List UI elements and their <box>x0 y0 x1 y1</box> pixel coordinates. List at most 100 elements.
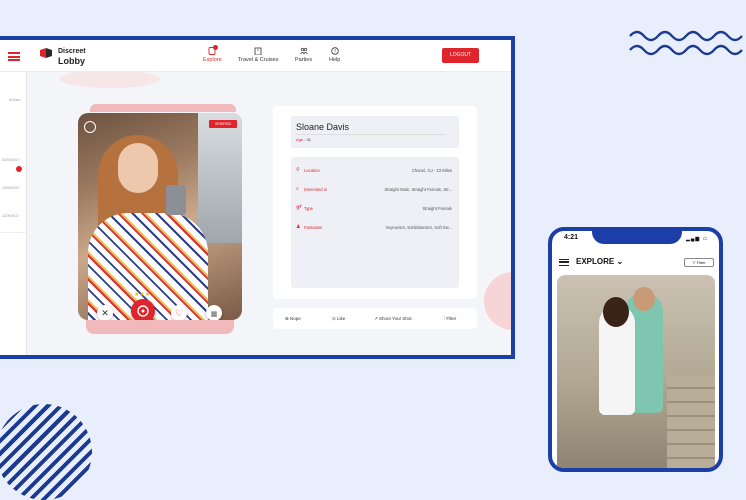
explore-title: EXPLORE <box>576 257 615 266</box>
action-bar: ⊗ Nope ⊙ Like ↗ Shoot Your Shot ⫶ Filter <box>273 308 477 329</box>
sidebar-unread-badge <box>16 166 22 172</box>
detail-key: Type <box>304 206 314 211</box>
like-button[interactable]: ♡ <box>171 305 187 320</box>
grid-icon: ▦ <box>210 311 218 318</box>
detail-key: Interested In <box>304 187 328 192</box>
nav-explore[interactable]: Explore <box>203 45 222 63</box>
nav-explore-label: Explore <box>203 57 222 63</box>
sidebar-date: 11/09/2017 <box>2 214 20 218</box>
profile-photo-card[interactable]: VERIFIED ★★★ ✕ ♡ ▦ <box>78 113 242 320</box>
nope-button[interactable]: ✕ <box>97 305 113 320</box>
name-card: Sloane Davis Age : 31 <box>291 116 459 148</box>
logo-text-bottom: Lobby <box>58 56 85 66</box>
striped-circle-decoration <box>0 404 92 500</box>
photo-phone <box>166 185 186 215</box>
type-icon: ⚤ <box>296 205 302 211</box>
blob-decoration <box>484 272 511 330</box>
filter-icon: ⫶ <box>444 316 446 321</box>
detail-value: Straight Female <box>422 206 452 211</box>
close-circle-icon: ⊗ <box>285 316 289 321</box>
location-pin-icon: ⚲ <box>296 167 300 173</box>
photo-man-head <box>633 287 655 311</box>
help-icon: ? <box>330 47 339 55</box>
nav-parties[interactable]: Parties <box>295 47 312 63</box>
nav-travel[interactable]: Travel & Cruises <box>238 47 278 63</box>
blob-decoration <box>60 70 160 88</box>
mobile-explore-dropdown[interactable]: EXPLORE ⌄ <box>576 257 623 266</box>
divider <box>0 232 26 233</box>
filter-label: Filter <box>446 316 457 321</box>
nope-action[interactable]: ⊗ Nope <box>285 316 301 322</box>
divider <box>296 134 446 135</box>
detail-key: Location <box>304 168 320 173</box>
search-icon: ⌕ <box>296 186 299 192</box>
card-stack-back <box>90 104 236 112</box>
nav-badge <box>213 45 218 50</box>
desktop-window: Discreet Lobby Explore Travel & Cruises … <box>0 36 515 359</box>
profile-age: Age : 31 <box>296 137 311 142</box>
sidebar: 5:11am 02/09/2017 10/09/2017 11/09/2017 <box>0 72 27 355</box>
shoot-your-shot-button[interactable] <box>131 299 155 320</box>
filter-card-button[interactable]: ▦ <box>206 305 222 320</box>
heart-icon: ♡ <box>174 308 184 318</box>
profile-info-panel: Sloane Davis Age : 31 ⚲ Location Chunel,… <box>273 106 477 299</box>
svg-text:?: ? <box>333 49 336 54</box>
sidebar-date: 02/09/2017 <box>2 158 20 162</box>
top-navbar: Discreet Lobby Explore Travel & Cruises … <box>0 40 511 72</box>
like-action[interactable]: ⊙ Like <box>332 316 345 322</box>
logo[interactable]: Discreet Lobby <box>40 46 100 68</box>
verified-badge: VERIFIED <box>209 120 237 128</box>
nav-help-label: Help <box>329 57 341 63</box>
mobile-filter-label: Filter <box>696 260 706 265</box>
detail-row-type: ⚤ Type Straight Female <box>296 205 454 213</box>
hamburger-menu-icon[interactable] <box>559 259 569 266</box>
nav-help[interactable]: ? Help <box>329 47 340 63</box>
signal-battery-icon: ▂▄▆ ▭ <box>686 236 709 242</box>
photo-face <box>118 143 158 193</box>
building-icon <box>254 47 262 55</box>
mobile-profile-photo[interactable]: ★★★★☆ ✕ ♡ <box>557 275 715 468</box>
logout-button[interactable]: LOGOUT <box>442 48 479 63</box>
sidebar-timestamp: 5:11am <box>9 98 21 102</box>
target-icon <box>137 305 149 317</box>
photo-woman-head <box>603 297 629 327</box>
mobile-filter-button[interactable]: ▽ Filter <box>684 258 714 267</box>
detail-key: Fantasies <box>304 225 323 230</box>
logo-text-top: Discreet <box>58 48 86 55</box>
age-value: 31 <box>306 137 311 142</box>
mobile-phone-frame: 4:21 ▂▄▆ ▭ EXPLORE ⌄ ▽ Filter ★★★★☆ ✕ ♡ <box>548 227 723 472</box>
wave-decoration <box>629 30 743 56</box>
close-icon: ✕ <box>101 308 109 318</box>
phone-notch <box>592 231 682 244</box>
nav-travel-label: Travel & Cruises <box>238 57 279 63</box>
people-icon <box>299 47 308 55</box>
logo-mark-icon <box>40 48 52 58</box>
shoot-label: Shoot Your Shot <box>379 316 412 321</box>
status-time: 4:21 <box>564 234 579 241</box>
photo-window <box>198 113 242 243</box>
card-stack-back <box>86 318 234 334</box>
photo-stairs <box>667 375 715 468</box>
nope-label: Nope <box>290 316 301 321</box>
shoot-your-shot-action[interactable]: ↗ Shoot Your Shot <box>374 316 412 322</box>
age-label: Age : <box>296 137 306 142</box>
detail-value: Voyeurism, Exhibitionism, Soft Sw... <box>385 225 452 230</box>
like-label: Like <box>337 316 346 321</box>
detail-value: Straight Male, Straight Female, Str... <box>384 187 453 192</box>
sidebar-date: 10/09/2017 <box>2 186 20 190</box>
detail-row-fantasies: ♟ Fantasies Voyeurism, Exhibitionism, So… <box>296 224 454 232</box>
heart-circle-icon: ⊙ <box>332 316 336 321</box>
hamburger-menu-icon[interactable] <box>8 52 20 61</box>
detail-row-interested-in: ⌕ Interested In Straight Male, Straight … <box>296 186 454 194</box>
detail-value: Chunel, GJ - 23 Miles <box>411 168 452 173</box>
filter-action[interactable]: ⫶ Filter <box>444 316 456 321</box>
details-card: ⚲ Location Chunel, GJ - 23 Miles ⌕ Inter… <box>291 157 459 288</box>
fantasy-icon: ♟ <box>296 224 301 230</box>
camera-icon[interactable] <box>84 121 96 133</box>
rating-stars: ★★★ <box>134 292 151 298</box>
nav-parties-label: Parties <box>295 57 313 63</box>
arrow-icon: ↗ <box>374 316 378 321</box>
chevron-down-icon: ⌄ <box>616 257 624 266</box>
detail-row-location: ⚲ Location Chunel, GJ - 23 Miles <box>296 167 454 175</box>
profile-name: Sloane Davis <box>296 122 350 132</box>
